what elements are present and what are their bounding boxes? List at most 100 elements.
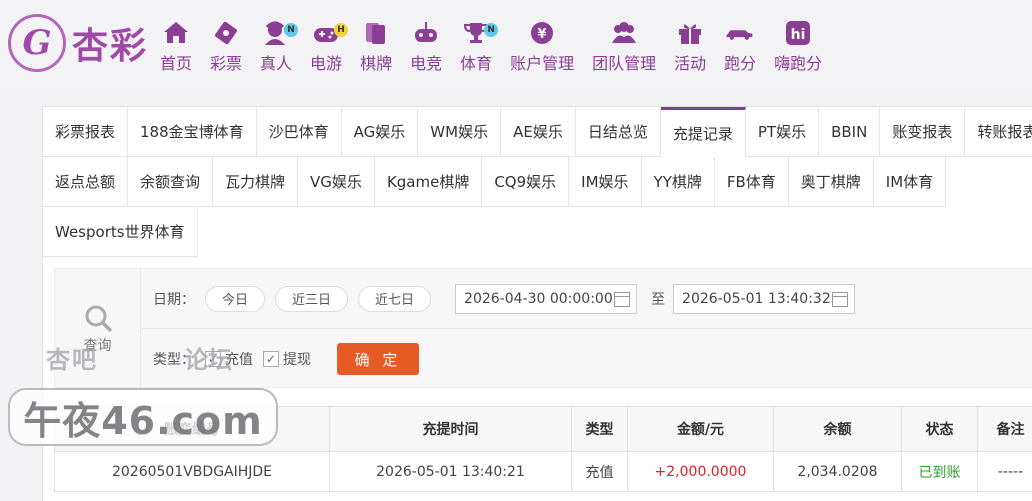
tab-tabs_row1-4[interactable]: WM娱乐 [418, 107, 502, 157]
cards-icon [361, 20, 391, 46]
tab-tabs_row2-4[interactable]: Kgame棋牌 [374, 157, 483, 207]
cell-note: ----- [978, 452, 1032, 492]
car-icon [725, 20, 755, 46]
nav-item-gamepad[interactable]: 电游 H [310, 20, 349, 74]
tab-tabs_row1-6[interactable]: 日结总览 [575, 107, 661, 157]
search-side[interactable]: 查询 [55, 269, 141, 389]
table-row[interactable]: 20260501VBDGAIHJDE 2026-05-01 13:40:21 充… [54, 452, 1032, 492]
tab-row-3: Wesports世界体育 [43, 207, 1032, 257]
tab-tabs_row2-3[interactable]: VG娱乐 [298, 157, 375, 207]
cell-type: 充值 [572, 452, 628, 492]
brand-name: 杏彩 [72, 25, 149, 67]
nav-item-car[interactable]: 跑分 [724, 20, 756, 74]
tab-tabs_row2-7[interactable]: YY棋牌 [641, 157, 715, 207]
gift-icon [675, 20, 705, 46]
cell-status: 已到账 [902, 452, 978, 492]
cell-time: 2026-05-01 13:40:21 [330, 452, 572, 492]
tab-tabs_row2-10[interactable]: IM体育 [873, 157, 947, 207]
col-header-status[interactable]: 状态 [902, 406, 978, 452]
type-row: 类型： ✓ 充值 ✓ 提现 确 定 [141, 329, 1032, 389]
search-label: 查询 [83, 338, 112, 354]
tab-tabs_row2-5[interactable]: CQ9娱乐 [482, 157, 570, 207]
tab-tabs_row1-10[interactable]: 账变报表 [880, 107, 966, 157]
tab-tabs_row1-9[interactable]: BBIN [819, 107, 881, 157]
nav-item-trophy[interactable]: 体育 N [460, 20, 499, 74]
tab-tabs_row1-3[interactable]: AG娱乐 [341, 107, 419, 157]
records-table: 账变编号 充提时间 类型 金额/元 余额 状态 备注 20260501VBDGA… [54, 406, 1032, 492]
nav-item-cards[interactable]: 棋牌 [360, 20, 392, 74]
nav-item-label: 电游 [310, 54, 343, 73]
col-header-note[interactable]: 备注 [978, 406, 1032, 452]
nav-item-label: 跑分 [724, 54, 757, 73]
tab-tabs_row2-2[interactable]: 瓦力棋牌 [213, 157, 299, 207]
calendar-icon[interactable] [614, 291, 631, 307]
start-date-value: 2026-04-30 00:00:00 [464, 290, 613, 307]
esports-controller-icon [411, 20, 441, 46]
svg-text:¥: ¥ [538, 27, 547, 42]
tab-tabs_row1-11[interactable]: 转账报表 [965, 107, 1032, 157]
tab-tabs_row1-2[interactable]: 沙巴体育 [256, 107, 342, 157]
nav-item-label: 首页 [160, 54, 193, 73]
tab-row-1: 彩票报表 188金宝博体育 沙巴体育 AG娱乐 WM娱乐 AE娱乐 日结总览 充提记录 PT娱乐… [43, 107, 1032, 157]
type-deposit-checkbox[interactable]: ✓ 充值 [205, 349, 253, 369]
type-withdraw-checkbox[interactable]: ✓ 提现 [263, 349, 311, 369]
tab-tabs_row3-0[interactable]: Wesports世界体育 [43, 207, 198, 257]
brand-emblem-letter: G [22, 23, 52, 63]
nav-item-gift[interactable]: 活动 [674, 20, 706, 74]
tab-tabs_row1-5[interactable]: AE娱乐 [501, 107, 576, 157]
lottery-ticket-icon [211, 20, 241, 46]
cell-amount: +2,000.0000 [628, 452, 774, 492]
col-header-type[interactable]: 类型 [572, 406, 628, 452]
nav-item-label: 账户管理 [510, 54, 575, 73]
nav-item-lottery-ticket[interactable]: 彩票 [210, 20, 242, 74]
tab-tabs_row2-6[interactable]: IM娱乐 [569, 157, 642, 207]
nav-item-label: 体育 [460, 54, 493, 73]
calendar-icon[interactable] [832, 291, 849, 307]
nav-badge: H [334, 23, 349, 37]
type-withdraw-label: 提现 [283, 352, 311, 368]
end-date-input[interactable]: 2026-05-01 13:40:32 [673, 283, 856, 314]
to-label: 至 [651, 291, 666, 308]
hi-icon: hi [783, 20, 813, 46]
nav-item-label: 嗨跑分 [774, 54, 823, 73]
tab-tabs_row2-8[interactable]: FB体育 [714, 157, 789, 207]
range-today-button[interactable]: 今日 [205, 285, 266, 312]
tab-tabs_row1-1[interactable]: 188金宝博体育 [128, 107, 257, 157]
confirm-button[interactable]: 确 定 [337, 343, 419, 375]
col-header-id[interactable]: 账变编号 [54, 406, 330, 452]
col-header-balance[interactable]: 余额 [774, 406, 902, 452]
nav-item-account[interactable]: ¥ 账户管理 [510, 20, 574, 74]
cell-id: 20260501VBDGAIHJDE [54, 452, 330, 492]
nav-badge: N [484, 23, 499, 37]
col-header-amount[interactable]: 金额/元 [628, 406, 774, 452]
nav-item-team[interactable]: 团队管理 [592, 20, 656, 74]
home-icon [161, 20, 191, 46]
nav-item-label: 真人 [260, 54, 293, 73]
checkbox-check-icon: ✓ [263, 351, 279, 367]
nav-item-hi[interactable]: hi 嗨跑分 [774, 20, 822, 74]
range-3days-button[interactable]: 近三日 [275, 285, 349, 312]
nav-item-esports-controller[interactable]: 电竞 [410, 20, 442, 74]
brand-logo[interactable]: G 杏彩 [8, 14, 148, 72]
top-header: G 杏彩 首页 彩票 真人 N 电游 H 棋牌 电竞 体育 N ¥ 账户管理 团队管理 活动 跑分 hi 嗨跑分 [0, 0, 1032, 88]
nav-item-label: 彩票 [210, 54, 243, 73]
tab-tabs_row1-7[interactable]: 充提记录 [660, 107, 746, 157]
tab-tabs_row1-0[interactable]: 彩票报表 [43, 107, 129, 157]
nav-item-label: 棋牌 [360, 54, 393, 73]
search-icon [85, 305, 112, 332]
cell-balance: 2,034.0208 [774, 452, 902, 492]
col-header-time[interactable]: 充提时间 [330, 406, 572, 452]
tab-tabs_row1-8[interactable]: PT娱乐 [745, 107, 820, 157]
nav-item-live-dealer[interactable]: 真人 N [260, 20, 299, 74]
start-date-input[interactable]: 2026-04-30 00:00:00 [455, 283, 638, 314]
range-7days-button[interactable]: 近七日 [358, 285, 432, 312]
nav-item-label: 团队管理 [592, 54, 657, 73]
checkbox-check-icon: ✓ [205, 351, 221, 367]
brand-emblem: G [8, 14, 66, 72]
end-date-value: 2026-05-01 13:40:32 [682, 290, 831, 307]
nav-item-home[interactable]: 首页 [160, 20, 192, 74]
date-row: 日期： 今日 近三日 近七日 2026-04-30 00:00:00 至 202… [141, 269, 1032, 329]
tab-tabs_row2-0[interactable]: 返点总额 [43, 157, 129, 207]
tab-tabs_row2-1[interactable]: 余额查询 [128, 157, 214, 207]
tab-tabs_row2-9[interactable]: 奥丁棋牌 [788, 157, 874, 207]
